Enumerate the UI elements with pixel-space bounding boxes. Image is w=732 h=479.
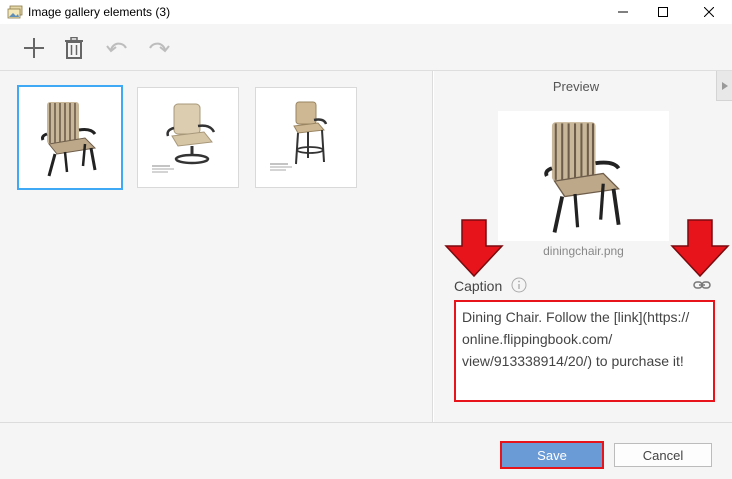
save-button[interactable]: Save [500, 441, 604, 469]
preview-filename: diningchair.png [543, 244, 624, 258]
thumbnail-dining-chair[interactable] [17, 85, 123, 190]
preview-image [498, 111, 669, 241]
undo-icon [106, 42, 127, 53]
toolbar [0, 24, 732, 71]
collapse-panel-button[interactable] [716, 71, 732, 101]
maximize-icon [658, 7, 668, 17]
red-arrow-down-icon [444, 219, 504, 278]
undo-button[interactable] [106, 36, 130, 60]
gallery-app-icon [7, 5, 23, 19]
close-button[interactable] [686, 0, 732, 24]
striped-chair-image [41, 101, 97, 176]
preview-heading: Preview [552, 79, 600, 94]
minimize-icon [618, 11, 628, 13]
thumbnail-swivel-chair[interactable] [137, 87, 239, 188]
chevron-right-icon [721, 81, 728, 90]
thumbnail-bar-stool[interactable] [255, 87, 357, 188]
redo-icon [149, 42, 170, 53]
trash-icon [65, 37, 83, 59]
swivel-chair-image [152, 103, 216, 172]
cancel-button[interactable]: Cancel [614, 443, 712, 467]
red-arrow-down-icon [670, 219, 730, 278]
info-icon[interactable] [511, 277, 527, 293]
caption-label: Caption [454, 278, 503, 294]
bar-stool-image [270, 101, 328, 170]
maximize-button[interactable] [640, 0, 686, 24]
dialog-footer: Save Cancel [0, 422, 732, 479]
plus-icon [24, 38, 44, 58]
redo-button[interactable] [146, 36, 170, 60]
striped-chair-preview-image [543, 122, 621, 233]
caption-textarea[interactable]: Dining Chair. Follow the [link](https://… [454, 300, 715, 402]
add-image-button[interactable] [22, 36, 46, 60]
window-title: Image gallery elements (3) [28, 5, 171, 19]
gallery-panel [0, 71, 433, 422]
title-bar: Image gallery elements (3) [0, 0, 732, 24]
close-icon [704, 7, 714, 17]
delete-image-button[interactable] [62, 36, 86, 60]
link-icon[interactable] [693, 277, 711, 293]
